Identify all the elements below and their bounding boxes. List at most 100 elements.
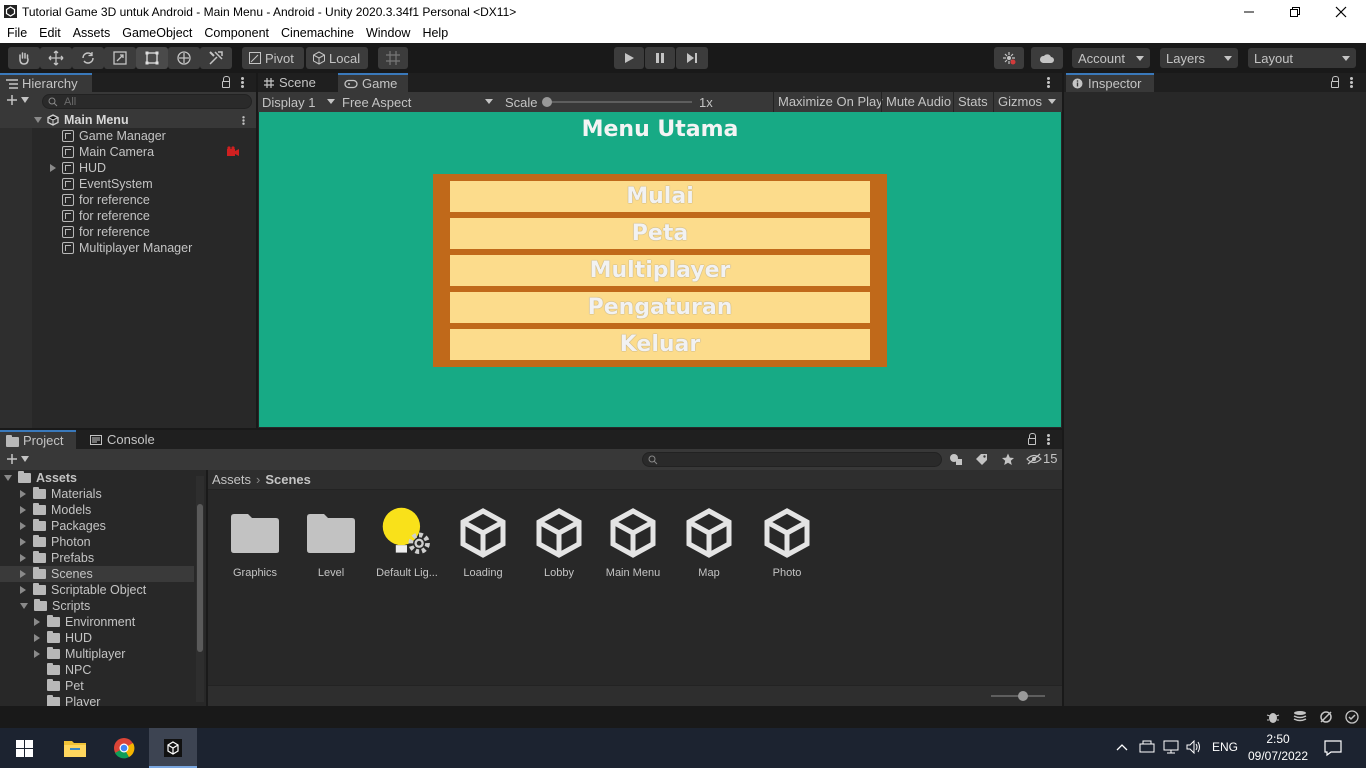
- tree-item[interactable]: Player: [47, 694, 100, 706]
- tree-item-assets[interactable]: Assets: [4, 470, 77, 486]
- hierarchy-item[interactable]: HUD: [0, 160, 256, 176]
- more-options-icon[interactable]: [241, 77, 244, 88]
- play-button[interactable]: [614, 47, 644, 69]
- menu-assets[interactable]: Assets: [67, 26, 117, 40]
- mute-audio-toggle[interactable]: Mute Audio: [881, 92, 951, 112]
- menu-window[interactable]: Window: [360, 26, 416, 40]
- tab-project[interactable]: Project: [0, 430, 76, 449]
- label-tag-icon[interactable]: [975, 453, 989, 466]
- language-indicator[interactable]: ENG: [1212, 740, 1238, 754]
- tree-item[interactable]: Photon: [20, 534, 91, 550]
- transform-tool-icon[interactable]: [168, 47, 200, 69]
- tree-item-selected[interactable]: Scenes: [0, 566, 194, 582]
- hierarchy-item[interactable]: Main Camera: [0, 144, 256, 160]
- scale-slider-thumb[interactable]: [542, 97, 552, 107]
- splitter[interactable]: [206, 470, 208, 706]
- hand-tool-icon[interactable]: [8, 47, 40, 69]
- favorite-star-icon[interactable]: [1001, 453, 1015, 466]
- notifications-icon[interactable]: [1324, 739, 1342, 757]
- volume-icon[interactable]: [1186, 740, 1202, 754]
- hierarchy-item[interactable]: for reference: [0, 224, 256, 240]
- hierarchy-item[interactable]: for reference: [0, 192, 256, 208]
- tab-hierarchy[interactable]: Hierarchy: [0, 73, 92, 92]
- tree-item[interactable]: Scripts: [20, 598, 90, 614]
- asset-item[interactable]: Main Menu: [595, 505, 671, 579]
- tree-item[interactable]: NPC: [47, 662, 91, 678]
- chevron-up-icon[interactable]: [1116, 743, 1128, 751]
- keluar-button[interactable]: Keluar: [450, 329, 870, 360]
- custom-tool-icon[interactable]: [200, 47, 232, 69]
- rect-tool-icon[interactable]: [136, 47, 168, 69]
- asset-item[interactable]: Lobby: [521, 505, 597, 579]
- hierarchy-item[interactable]: EventSystem: [0, 176, 256, 192]
- gizmos-toggle[interactable]: Gizmos: [993, 92, 1042, 112]
- breadcrumb-assets[interactable]: Assets: [212, 472, 251, 487]
- scene-more-icon[interactable]: [242, 116, 245, 125]
- hierarchy-item[interactable]: for reference: [0, 208, 256, 224]
- stats-toggle[interactable]: Stats: [953, 92, 988, 112]
- clock-time[interactable]: 2:50: [1248, 732, 1308, 746]
- minimize-button[interactable]: [1226, 0, 1272, 23]
- tab-game[interactable]: Game: [338, 73, 408, 92]
- step-button[interactable]: [676, 47, 708, 69]
- menu-cinemachine[interactable]: Cinemachine: [275, 26, 360, 40]
- cache-server-icon[interactable]: [1293, 710, 1307, 724]
- more-options-icon[interactable]: [1047, 434, 1050, 445]
- scale-tool-icon[interactable]: [104, 47, 136, 69]
- auto-generate-lighting-icon[interactable]: [1319, 710, 1333, 724]
- gizmos-chevron-icon[interactable]: [1048, 99, 1056, 104]
- lock-icon[interactable]: [1028, 433, 1036, 445]
- clock-date[interactable]: 09/07/2022: [1246, 749, 1310, 763]
- breadcrumb-scenes[interactable]: Scenes: [265, 472, 311, 487]
- tree-scrollbar-thumb[interactable]: [197, 504, 203, 652]
- windows-start-icon[interactable]: [16, 740, 33, 757]
- pivot-toggle[interactable]: Pivot: [242, 47, 304, 69]
- tree-item[interactable]: Multiplayer: [34, 646, 125, 662]
- icon-size-slider-thumb[interactable]: [1018, 691, 1028, 701]
- network-icon[interactable]: [1163, 740, 1179, 754]
- search-by-type-icon[interactable]: [949, 453, 963, 466]
- restore-button[interactable]: [1272, 0, 1318, 23]
- grid-snap-icon[interactable]: [378, 47, 408, 69]
- tree-item[interactable]: Pet: [47, 678, 84, 694]
- asset-item[interactable]: Default Lig...: [369, 505, 445, 579]
- rotate-tool-icon[interactable]: [72, 47, 104, 69]
- cloud-icon[interactable]: [1031, 47, 1063, 69]
- check-circle-icon[interactable]: [1345, 710, 1359, 724]
- maximize-on-play-toggle[interactable]: Maximize On Play: [773, 92, 883, 112]
- pause-button[interactable]: [645, 47, 675, 69]
- hidden-packages-toggle[interactable]: 15: [1026, 451, 1057, 466]
- menu-help[interactable]: Help: [416, 26, 454, 40]
- drive-icon[interactable]: [1139, 740, 1155, 754]
- menu-component[interactable]: Component: [198, 26, 275, 40]
- multiplayer-button[interactable]: Multiplayer: [450, 255, 870, 286]
- asset-item[interactable]: Graphics: [217, 505, 293, 579]
- more-options-icon[interactable]: [1350, 77, 1353, 88]
- scale-slider-track[interactable]: [546, 101, 692, 103]
- project-search-input[interactable]: [642, 452, 942, 467]
- tree-item[interactable]: Environment: [34, 614, 135, 630]
- local-toggle[interactable]: Local: [306, 47, 368, 69]
- asset-item[interactable]: Level: [293, 505, 369, 579]
- hierarchy-search-input[interactable]: All: [42, 94, 252, 109]
- collab-icon[interactable]: [994, 47, 1024, 69]
- layout-dropdown[interactable]: Layout: [1248, 48, 1356, 68]
- tree-item[interactable]: Scriptable Object: [20, 582, 146, 598]
- tree-item[interactable]: Packages: [20, 518, 106, 534]
- menu-edit[interactable]: Edit: [33, 26, 67, 40]
- tree-item[interactable]: HUD: [34, 630, 92, 646]
- lock-icon[interactable]: [222, 76, 230, 88]
- display-dropdown[interactable]: Display 1: [258, 92, 338, 112]
- tab-scene[interactable]: Scene: [258, 73, 336, 92]
- peta-button[interactable]: Peta: [450, 218, 870, 249]
- file-explorer-icon[interactable]: [64, 739, 86, 757]
- tab-console[interactable]: Console: [84, 430, 164, 449]
- menu-gameobject[interactable]: GameObject: [116, 26, 198, 40]
- tree-item[interactable]: Prefabs: [20, 550, 94, 566]
- tree-scrollbar[interactable]: [196, 476, 204, 702]
- tree-item[interactable]: Materials: [20, 486, 102, 502]
- account-dropdown[interactable]: Account: [1072, 48, 1150, 68]
- create-dropdown[interactable]: [6, 453, 29, 465]
- move-tool-icon[interactable]: [40, 47, 72, 69]
- hierarchy-item[interactable]: Game Manager: [0, 128, 256, 144]
